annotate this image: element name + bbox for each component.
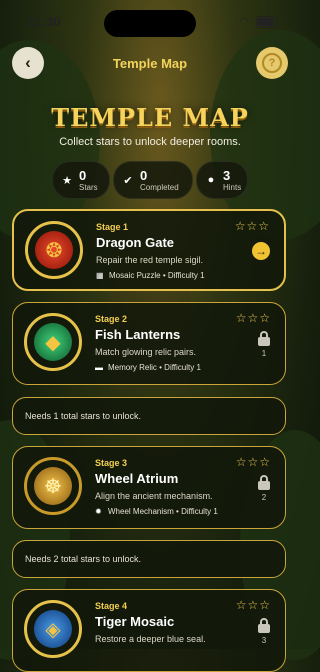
stage-name: Fish Lanterns [95,327,181,342]
stage-type: Wheel Mechanism [108,507,174,516]
fish-medal-icon: ◆ [24,313,82,371]
tiger-medal-icon: ◈ [24,600,82,658]
stat-stars: ★ 0 Stars [52,161,110,199]
stage-name: Wheel Atrium [95,471,179,486]
stage-description: Match glowing relic pairs. [95,347,197,357]
stat-hints: ● 3 Hints [196,161,248,199]
status-icons: ◠ [239,15,278,29]
nav-title: Temple Map [112,56,188,71]
stage-stars: ☆☆☆ [235,598,271,612]
status-time: 11:30 [28,14,61,29]
dragon-medal-icon: ❂ [25,221,83,279]
stage-type: Memory Relic [108,363,157,372]
stat-label: Completed [140,182,179,192]
stage-name: Dragon Gate [96,235,175,250]
unlock-notice: Needs 2 total stars to unlock. [12,540,286,578]
help-button[interactable]: ? [256,47,288,79]
stage-card-fish-lanterns[interactable]: ◆ Stage 2 ☆☆☆ Fish Lanterns Match glowin… [12,302,286,385]
stage-meta: ✹ Wheel Mechanism • Difficulty 1 [95,507,218,516]
stage-description: Restore a deeper blue seal. [95,634,206,644]
stage-meta: ▦ Mosaic Puzzle • Difficulty 1 [96,271,205,280]
star-icon: ★ [62,174,72,187]
question-icon: ? [262,53,282,73]
hero-title: TEMPLE MAP [51,103,249,132]
stage-stars: ☆☆☆ [235,311,271,325]
status-bar: 11:30 ◠ [0,0,300,44]
stat-label: Hints [223,182,242,192]
relic-icon: ▬ [95,363,103,372]
wifi-icon: ◠ [239,16,251,28]
unlock-notice: Needs 1 total stars to unlock. [12,397,286,435]
grid-icon: ▦ [96,271,104,280]
stage-number: Stage 4 [95,601,128,611]
stage-description: Align the ancient mechanism. [95,491,213,501]
stat-value: 0 [79,167,87,183]
bulb-icon: ● [207,174,215,186]
play-arrow-button[interactable]: → [252,242,270,260]
lock-count: 3 [261,636,267,645]
battery-icon [256,16,278,29]
stage-number: Stage 2 [95,314,128,324]
lock-indicator: 1 [257,331,271,358]
lock-count: 2 [261,493,267,502]
stage-difficulty: Difficulty 1 [164,363,201,372]
wheel-medal-icon: ☸ [24,457,82,515]
dynamic-island [104,10,196,37]
stage-difficulty: Difficulty 1 [167,271,205,280]
stage-card-tiger-mosaic[interactable]: ◈ Stage 4 ☆☆☆ Tiger Mosaic Restore a dee… [12,589,286,672]
stage-type: Mosaic Puzzle [109,271,161,280]
unlock-notice-text: Needs 1 total stars to unlock. [25,411,142,421]
stage-description: Repair the red temple sigil. [96,255,204,265]
nav-bar: ‹ Temple Map ? [0,44,300,84]
lock-indicator: 3 [257,618,271,645]
stage-name: Tiger Mosaic [95,614,175,629]
stage-meta: ▬ Memory Relic • Difficulty 1 [95,363,201,372]
stat-label: Stars [79,182,98,192]
gear-icon: ✹ [95,507,102,516]
stat-value: 0 [140,167,148,183]
hero-subtitle: Collect stars to unlock deeper rooms. [59,136,241,148]
stage-card-dragon-gate[interactable]: ❂ Stage 1 ☆☆☆ Dragon Gate Repair the red… [12,209,286,291]
check-badge-icon: ✔ [123,174,133,187]
stage-number: Stage 1 [96,222,129,232]
lock-indicator: 2 [257,475,271,502]
lock-count: 1 [261,349,267,358]
stage-number: Stage 3 [95,458,128,468]
stat-value: 3 [223,167,231,183]
stage-stars: ☆☆☆ [235,455,271,469]
arrow-right-icon: → [255,244,267,258]
stat-completed: ✔ 0 Completed [113,161,193,199]
unlock-notice-text: Needs 2 total stars to unlock. [25,554,142,564]
stage-difficulty: Difficulty 1 [181,507,218,516]
stage-stars: ☆☆☆ [234,219,270,233]
stage-card-wheel-atrium[interactable]: ☸ Stage 3 ☆☆☆ Wheel Atrium Align the anc… [12,446,286,529]
